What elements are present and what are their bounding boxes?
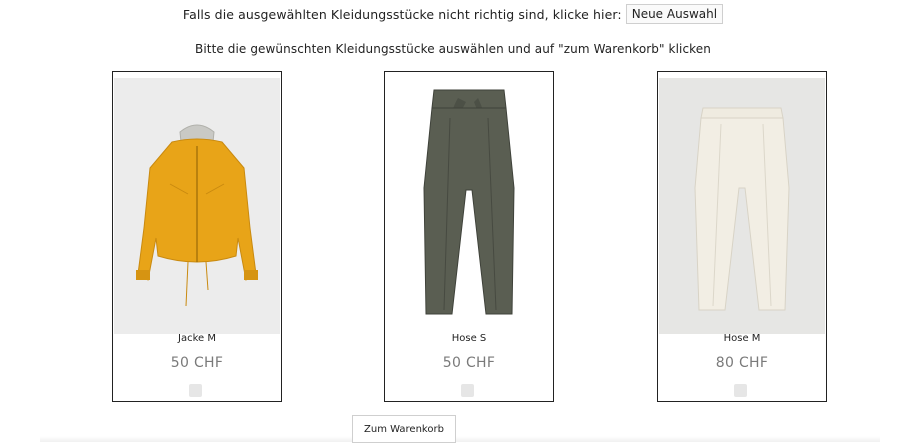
product-name: Jacke M bbox=[178, 333, 216, 344]
instruction-text: Bitte die gewünschten Kleidungsstücke au… bbox=[195, 42, 711, 56]
product-price: 50 CHF bbox=[442, 355, 496, 371]
select-checkbox[interactable] bbox=[189, 384, 202, 397]
product-price: 50 CHF bbox=[170, 355, 224, 371]
reset-text: Falls die ausgewählten Kleidungsstücke n… bbox=[182, 6, 622, 22]
select-checkbox[interactable] bbox=[461, 384, 474, 397]
product-price: 80 CHF bbox=[715, 355, 769, 371]
select-checkbox[interactable] bbox=[734, 384, 747, 397]
product-name: Hose S bbox=[451, 333, 487, 344]
olive-trousers-image bbox=[386, 78, 552, 334]
product-card-jacket[interactable]: Jacke M 50 CHF bbox=[112, 71, 282, 402]
product-card-olive-trousers[interactable]: Hose S 50 CHF bbox=[384, 71, 554, 402]
bottom-divider bbox=[40, 436, 880, 442]
new-selection-button[interactable]: Neue Auswahl bbox=[625, 4, 724, 24]
to-cart-button[interactable]: Zum Warenkorb bbox=[352, 415, 456, 443]
yellow-jacket-image bbox=[114, 78, 280, 334]
cream-trousers-image bbox=[659, 78, 825, 334]
reset-line: Falls die ausgewählten Kleidungsstücke n… bbox=[0, 4, 906, 24]
product-name: Hose M bbox=[723, 333, 761, 344]
product-card-cream-trousers[interactable]: Hose M 80 CHF bbox=[657, 71, 827, 402]
